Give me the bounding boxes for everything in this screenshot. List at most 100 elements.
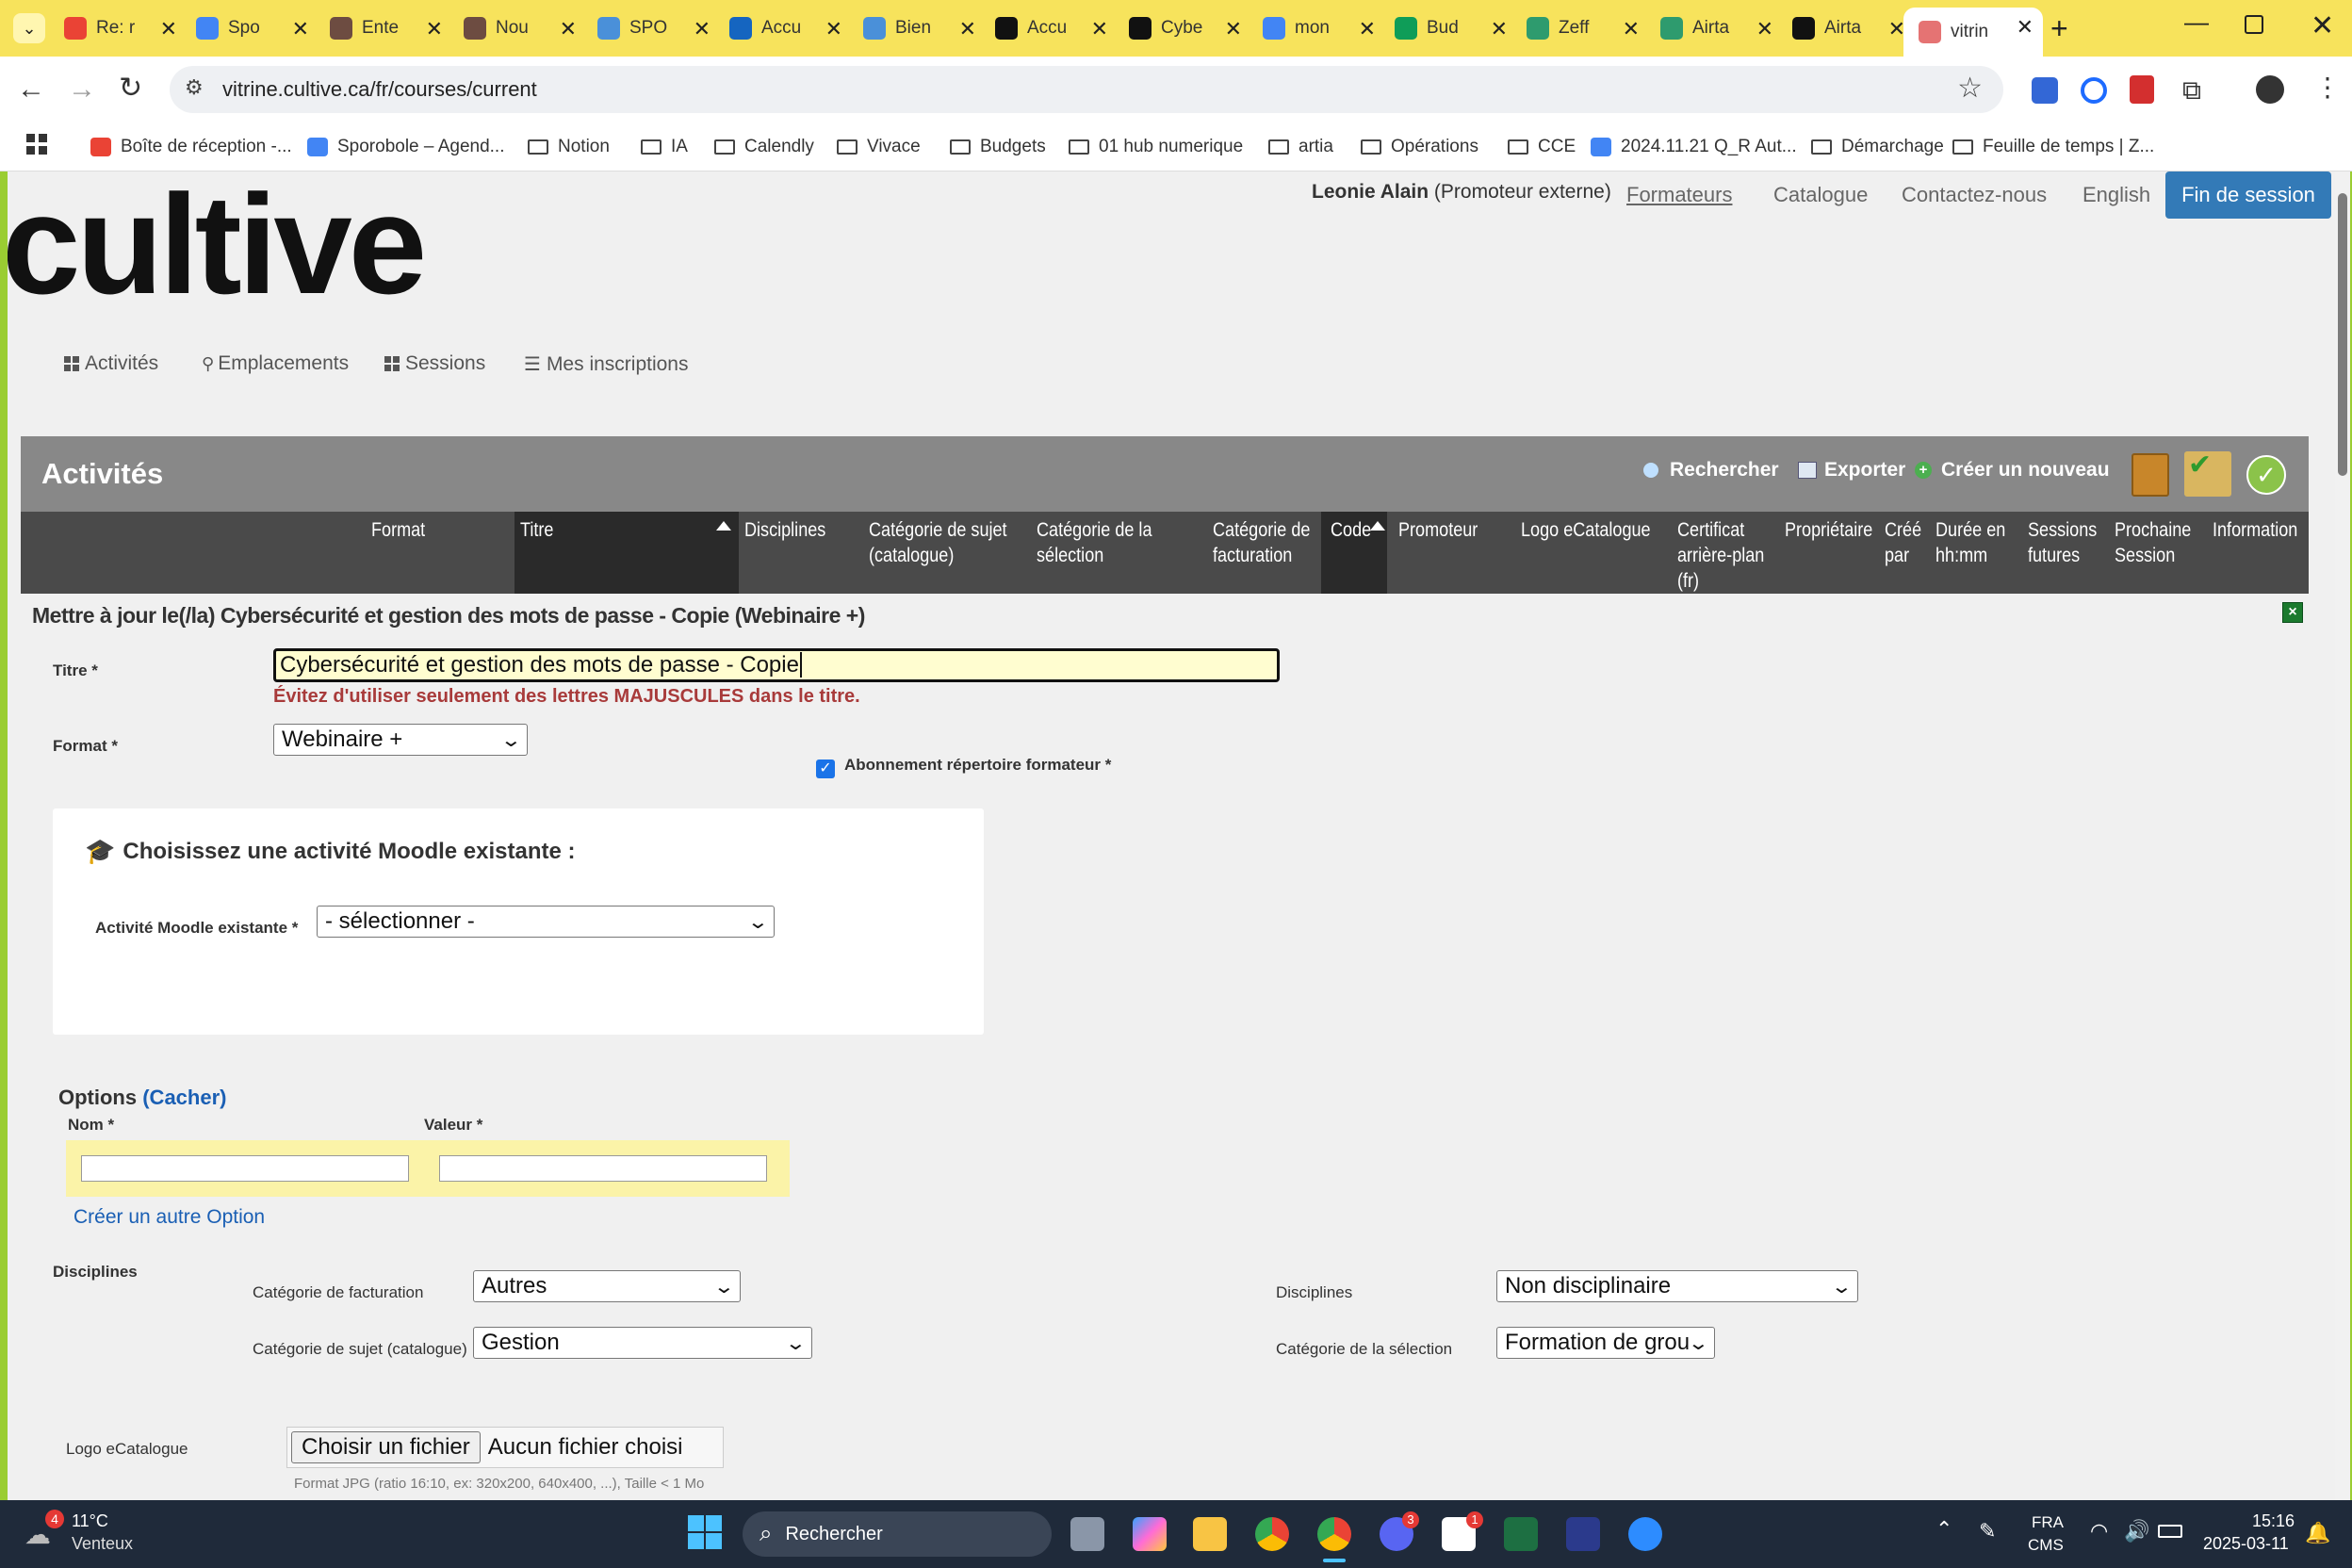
tab-14[interactable]: vitrin ✕	[1903, 8, 2043, 57]
nav-emplacements[interactable]: ⚲ Emplacements	[202, 352, 349, 375]
close-window-button[interactable]: ✕	[2311, 9, 2334, 42]
column-header-3[interactable]: Catégorie de sujet (catalogue)	[869, 517, 1029, 568]
tab-close-icon[interactable]: ✕	[426, 17, 443, 41]
menu-dots-icon[interactable]: ⋮	[2314, 72, 2341, 103]
bookmark-2[interactable]: Notion	[528, 130, 610, 164]
tab-9[interactable]: mon ✕	[1257, 9, 1385, 47]
bookmark-3[interactable]: IA	[641, 130, 688, 164]
notification-bell-icon[interactable]: 🔔	[2305, 1521, 2330, 1545]
tab-12[interactable]: Airta ✕	[1655, 9, 1783, 47]
file-explorer-icon[interactable]	[1193, 1517, 1227, 1551]
column-header-9[interactable]: Certificat arrière-plan (fr)	[1677, 517, 1781, 594]
clock-date[interactable]: 2025-03-11	[2203, 1534, 2289, 1554]
option-value-input[interactable]	[439, 1155, 767, 1182]
column-header-4[interactable]: Catégorie de la sélection	[1037, 517, 1206, 568]
column-header-13[interactable]: Sessions futures	[2028, 517, 2103, 568]
copilot-icon[interactable]	[1133, 1517, 1167, 1551]
disciplines-select[interactable]: Non disciplinaire ⌄	[1496, 1270, 1858, 1302]
task-view-icon[interactable]	[1070, 1517, 1104, 1551]
nav-sessions[interactable]: Sessions	[384, 352, 485, 375]
site-info-icon[interactable]: ⚙	[185, 75, 204, 100]
excel-icon[interactable]	[1504, 1517, 1538, 1551]
input-lang-1[interactable]: FRA	[2032, 1513, 2064, 1532]
link-english[interactable]: English	[2082, 183, 2150, 207]
tab-7[interactable]: Accu ✕	[989, 9, 1118, 47]
link-catalogue[interactable]: Catalogue	[1773, 183, 1868, 207]
title-input[interactable]: Cybersécurité et gestion des mots de pas…	[273, 648, 1280, 682]
tab-2[interactable]: Ente ✕	[324, 9, 452, 47]
new-tab-button[interactable]: +	[2050, 11, 2068, 46]
tab-4[interactable]: SPO ✕	[592, 9, 720, 47]
minimize-button[interactable]: —	[2184, 8, 2209, 37]
bookmark-0[interactable]: Boîte de réception -...	[90, 130, 292, 164]
bookmark-11[interactable]: 2024.11.21 Q_R Aut...	[1591, 130, 1797, 164]
tab-close-icon[interactable]: ✕	[959, 17, 976, 41]
column-header-11[interactable]: Créé par	[1885, 517, 1932, 568]
tab-close-icon[interactable]: ✕	[1756, 17, 1773, 41]
archive-icon[interactable]	[2132, 453, 2169, 497]
pen-icon[interactable]: ✎	[1979, 1519, 1996, 1544]
bookmark-10[interactable]: CCE	[1508, 130, 1576, 164]
tab-close-icon[interactable]: ✕	[1091, 17, 1108, 41]
extension-icon-1[interactable]	[2032, 77, 2058, 104]
scrollbar-thumb[interactable]	[2338, 193, 2347, 476]
subscription-checkbox[interactable]: ✓	[816, 760, 835, 778]
link-formateurs[interactable]: Formateurs	[1626, 183, 1732, 207]
tab-0[interactable]: Re: r ✕	[58, 9, 187, 47]
tab-6[interactable]: Bien ✕	[858, 9, 986, 47]
column-header-5[interactable]: Catégorie de facturation	[1213, 517, 1316, 568]
bookmark-7[interactable]: 01 hub numerique	[1069, 130, 1243, 164]
extension-icon-2[interactable]	[2081, 77, 2107, 104]
logout-button[interactable]: Fin de session	[2165, 172, 2331, 219]
address-bar[interactable]: ⚙ vitrine.cultive.ca/fr/courses/current …	[170, 66, 2003, 113]
tab-3[interactable]: Nou ✕	[458, 9, 586, 47]
tab-close-icon[interactable]: ✕	[1225, 17, 1242, 41]
pdf-extension-icon[interactable]	[2130, 75, 2154, 104]
input-lang-2[interactable]: CMS	[2028, 1536, 2064, 1555]
battery-icon[interactable]	[2158, 1525, 2182, 1538]
export-action[interactable]: Exporter	[1798, 459, 1905, 482]
tab-5[interactable]: Accu ✕	[724, 9, 852, 47]
back-button[interactable]: ←	[17, 74, 45, 106]
bookmark-4[interactable]: Calendly	[714, 130, 814, 164]
tab-close-icon[interactable]: ✕	[694, 17, 710, 41]
billing-select[interactable]: Autres ⌄	[473, 1270, 741, 1302]
bookmark-5[interactable]: Vivace	[837, 130, 921, 164]
bookmark-1[interactable]: Sporobole – Agend...	[307, 130, 504, 164]
tab-11[interactable]: Zeff ✕	[1521, 9, 1649, 47]
site-logo[interactable]: cultive	[8, 172, 427, 324]
reload-button[interactable]: ↻	[119, 72, 142, 105]
column-header-14[interactable]: Prochaine Session	[2115, 517, 2209, 568]
clock-time[interactable]: 15:16	[2252, 1511, 2295, 1531]
tab-10[interactable]: Bud ✕	[1389, 9, 1517, 47]
wifi-icon[interactable]: ◠	[2090, 1519, 2108, 1544]
link-contact[interactable]: Contactez-nous	[1902, 183, 2047, 207]
selection-select[interactable]: Formation de grou ⌄	[1496, 1327, 1715, 1359]
taskbar-search[interactable]: ⌕ Rechercher	[743, 1511, 1052, 1557]
app-q-icon[interactable]	[1566, 1517, 1600, 1551]
volume-icon[interactable]: 🔊	[2124, 1519, 2149, 1544]
choose-file-button[interactable]: Choisir un fichier	[291, 1431, 481, 1463]
tab-close-icon[interactable]: ✕	[160, 17, 177, 41]
checklist-icon[interactable]: ✔	[2184, 451, 2231, 497]
restore-button[interactable]	[2245, 15, 2263, 34]
tab-close-icon[interactable]: ✕	[292, 17, 309, 41]
subject-select[interactable]: Gestion ⌄	[473, 1327, 812, 1359]
search-action[interactable]: Rechercher	[1643, 459, 1779, 482]
tab-close-icon[interactable]: ✕	[1491, 17, 1508, 41]
column-header-2[interactable]: Disciplines	[744, 517, 858, 543]
file-input[interactable]: Choisir un fichier Aucun fichier choisi	[286, 1427, 724, 1468]
chrome-profile-icon[interactable]	[1317, 1517, 1351, 1551]
bookmark-13[interactable]: Feuille de temps | Z...	[1952, 130, 2154, 164]
tab-close-icon[interactable]: ✕	[560, 17, 577, 41]
option-name-input[interactable]	[81, 1155, 409, 1182]
nav-activites[interactable]: Activités	[64, 352, 158, 375]
apps-grid-icon[interactable]	[26, 134, 47, 155]
zoom-icon[interactable]	[1628, 1517, 1662, 1551]
column-header-7[interactable]: Promoteur	[1398, 517, 1511, 543]
start-button[interactable]	[688, 1515, 722, 1549]
bookmark-8[interactable]: artia	[1268, 130, 1333, 164]
column-header-10[interactable]: Propriétaire	[1785, 517, 1879, 543]
create-new-action[interactable]: + Créer un nouveau	[1915, 459, 2110, 482]
column-header-15[interactable]: Information	[2213, 517, 2316, 543]
